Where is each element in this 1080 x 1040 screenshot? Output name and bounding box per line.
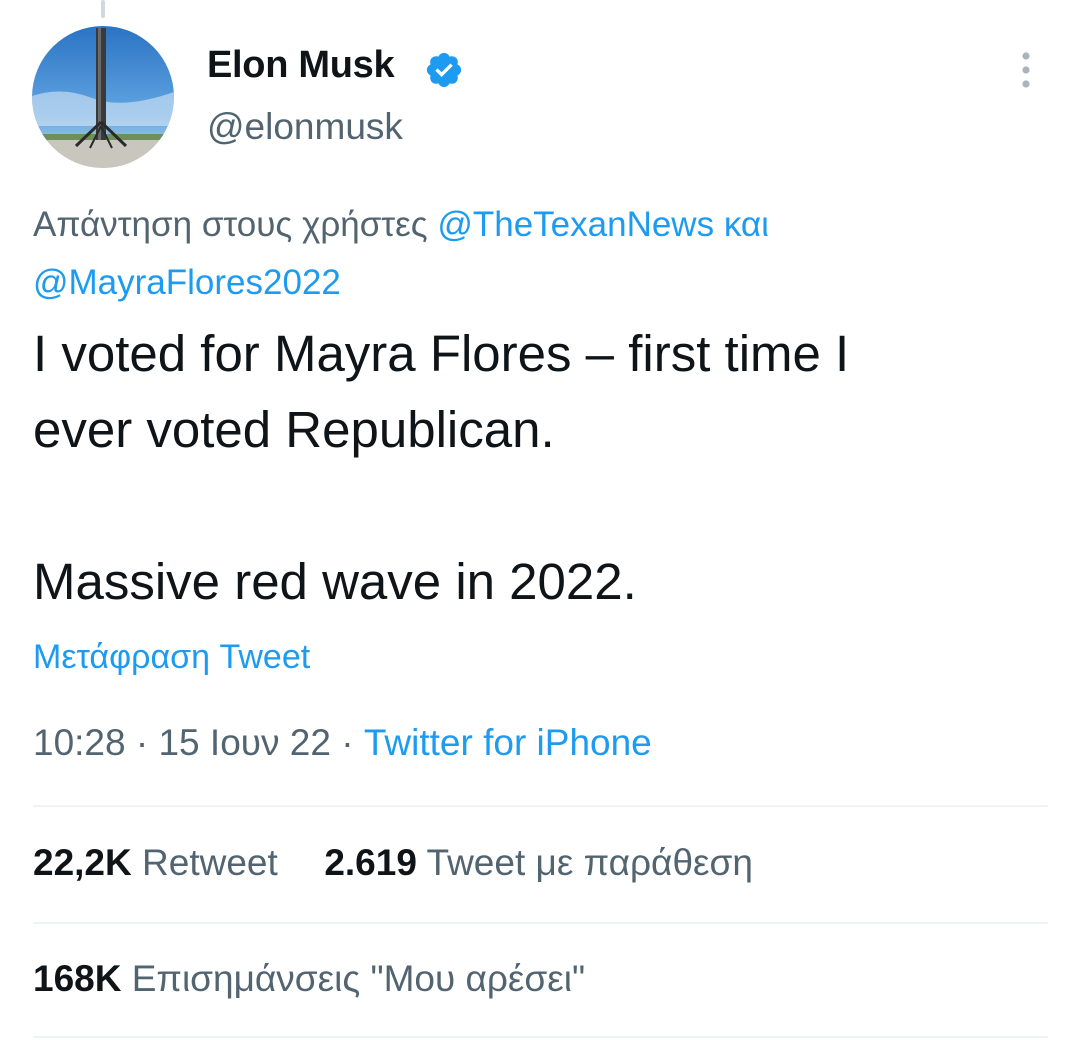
tweet-time[interactable]: 10:28	[33, 722, 126, 763]
meta-separator: ·	[341, 722, 354, 763]
divider	[33, 922, 1048, 924]
divider	[33, 1036, 1048, 1038]
quotes-stat[interactable]: 2.619 Tweet με παράθεση	[324, 842, 753, 883]
retweets-stat[interactable]: 22,2K Retweet	[33, 842, 278, 883]
likes-count: 168K	[33, 958, 122, 999]
rocket-avatar-image	[32, 26, 174, 168]
avatar[interactable]	[32, 26, 174, 168]
retweet-quote-stats: 22,2K Retweet 2.619 Tweet με παράθεση	[33, 842, 753, 884]
author-name[interactable]: Elon Musk	[207, 44, 395, 87]
reply-conjunction: και	[723, 205, 769, 244]
mention-link-thetexannews[interactable]: @TheTexanNews	[437, 205, 714, 244]
retweets-count: 22,2K	[33, 842, 132, 883]
likes-label: Επισημάνσεις "Μου αρέσει"	[131, 958, 586, 999]
verified-badge-icon	[426, 52, 462, 88]
quotes-count: 2.619	[324, 842, 417, 883]
author-handle[interactable]: @elonmusk	[207, 106, 403, 148]
thread-connector-line	[101, 0, 105, 18]
mention-link-mayraflores2022[interactable]: @MayraFlores2022	[33, 263, 341, 302]
tweet-source-link[interactable]: Twitter for iPhone	[364, 722, 652, 763]
meta-separator: ·	[135, 722, 149, 763]
tweet-date[interactable]: 15 Ιουν 22	[158, 722, 330, 763]
tweet-metadata: 10:28 · 15 Ιουν 22 · Twitter for iPhone	[33, 722, 652, 764]
divider	[33, 805, 1048, 807]
likes-stats: 168K Επισημάνσεις "Μου αρέσει"	[33, 958, 585, 1000]
translate-tweet-link[interactable]: Μετάφραση Tweet	[33, 638, 310, 677]
tweet-text: I voted for Mayra Flores – first time I …	[33, 325, 850, 610]
likes-stat[interactable]: 168K Επισημάνσεις "Μου αρέσει"	[33, 958, 585, 999]
retweets-label: Retweet	[142, 842, 278, 883]
reply-context: Απάντηση στους χρήστες @TheTexanNews και…	[33, 196, 1033, 312]
more-vertical-icon[interactable]	[1012, 48, 1040, 92]
reply-prefix: Απάντηση στους χρήστες	[33, 205, 428, 244]
quotes-label: Tweet με παράθεση	[426, 842, 753, 883]
